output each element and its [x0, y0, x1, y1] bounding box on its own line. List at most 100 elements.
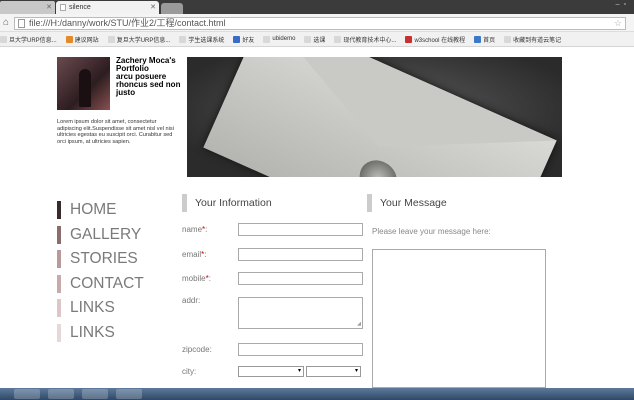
nav-marker — [57, 299, 61, 318]
nav-marker — [57, 323, 61, 342]
bookmark-label: ubidemo — [272, 36, 296, 42]
taskbar-button[interactable] — [48, 389, 74, 399]
bio-text: Lorem ipsum dolor sit amet, consectetur … — [57, 119, 174, 145]
bookmark-item[interactable]: 学生选课系统 — [179, 35, 224, 44]
new-tab-button[interactable] — [161, 3, 183, 14]
nav-item-contact[interactable]: CONTACT — [57, 272, 177, 297]
portfolio-title: Zachery Moca's Portfolio arcu posuere rh… — [116, 57, 186, 97]
bookmark-label: 选课 — [313, 37, 326, 44]
tab-label: silence — [69, 4, 91, 11]
your-message-heading: Your Message — [367, 194, 557, 212]
url-text: file:///H:/danny/work/STU/作业2/工程/contact… — [29, 18, 226, 28]
bookmark-item[interactable]: 现代教育技术中心... — [334, 35, 396, 44]
bookmark-icon — [405, 35, 413, 43]
close-icon[interactable]: ✕ — [46, 3, 52, 11]
zipcode-label: zipcode: — [182, 345, 212, 354]
bookmark-icon — [233, 35, 241, 43]
nav-label: STORIES — [70, 250, 138, 268]
taskbar-button[interactable] — [14, 389, 40, 399]
bookmark-icon — [304, 35, 312, 43]
minimize-icon[interactable]: – — [616, 1, 624, 8]
bookmark-icon — [179, 35, 187, 43]
bookmark-label: w3school 在线教程 — [414, 37, 466, 44]
home-icon[interactable]: ⌂ — [3, 17, 9, 28]
browser-tab-2[interactable]: silence ✕ — [56, 1, 159, 14]
message-textarea[interactable] — [372, 249, 546, 388]
email-field[interactable] — [238, 248, 363, 261]
nav-marker — [57, 250, 61, 269]
nav-marker — [57, 201, 61, 220]
browser-tab-1[interactable]: ✕ — [0, 1, 55, 14]
nav-label: CONTACT — [70, 274, 144, 292]
zipcode-field[interactable] — [238, 343, 363, 356]
bookmark-item[interactable]: 选课 — [304, 35, 325, 44]
nav-item-stories[interactable]: STORIES — [57, 247, 177, 272]
bookmark-icon — [107, 35, 115, 43]
portfolio-tagline: arcu posuere rhoncus sed non justo — [116, 72, 181, 97]
envelope-illustration — [203, 57, 557, 177]
nav-item-home[interactable]: HOME — [57, 198, 177, 223]
message-prompt: Please leave your message here: — [372, 227, 491, 236]
name-label: name*: — [182, 225, 208, 234]
bookmark-item[interactable]: 首页 — [474, 35, 495, 44]
nav-item-links[interactable]: LINKS — [57, 321, 177, 346]
bookmark-label: 好友 — [242, 37, 255, 44]
nav-marker — [57, 274, 61, 293]
city-label: city: — [182, 367, 197, 376]
province-select[interactable]: ▾ — [238, 366, 304, 377]
address-bar-row: ⌂ file:///H:/danny/work/STU/作业2/工程/conta… — [0, 14, 634, 32]
chevron-down-icon: ▾ — [354, 368, 358, 374]
bookmark-label: 学生选课系统 — [188, 37, 225, 44]
bookmark-item[interactable]: 复旦大学URP信息... — [107, 35, 170, 44]
nav-label: LINKS — [70, 323, 115, 341]
close-icon[interactable]: ✕ — [150, 3, 156, 11]
nav-label: LINKS — [70, 299, 115, 317]
addr-label: addr: — [182, 296, 201, 305]
bookmark-icon — [65, 35, 73, 43]
resize-grip-icon[interactable]: ◢ — [357, 321, 361, 327]
bookmark-label: 首页 — [483, 37, 496, 44]
bookmark-icon — [334, 35, 342, 43]
bookmark-label: 收藏到有道云笔记 — [513, 37, 562, 44]
wax-seal — [353, 154, 403, 177]
bookmark-icon — [0, 35, 7, 43]
bookmark-label: 现代教育技术中心... — [343, 37, 397, 44]
bookmark-item[interactable]: 旦大学URP信息... — [0, 35, 57, 44]
email-label: email*: — [182, 250, 207, 259]
city-select[interactable]: ▾ — [306, 366, 361, 377]
bookmark-item[interactable]: 建议网站 — [65, 35, 99, 44]
bookmark-icon — [263, 35, 271, 43]
bookmark-label: 建议网站 — [74, 37, 99, 44]
bookmark-icon — [474, 35, 482, 43]
os-taskbar — [0, 388, 634, 400]
bookmark-icon — [504, 35, 512, 43]
taskbar-button[interactable] — [82, 389, 108, 399]
maximize-icon[interactable]: ▫ — [624, 1, 630, 8]
name-field[interactable] — [238, 223, 363, 236]
portfolio-name: Zachery Moca's Portfolio — [116, 56, 176, 73]
mobile-field[interactable] — [238, 272, 363, 285]
nav-label: HOME — [70, 201, 117, 219]
browser-tab-strip: ✕ silence ✕ –▫ — [0, 0, 634, 14]
nav-item-gallery[interactable]: GALLERY — [57, 223, 177, 248]
bookmark-item[interactable]: ubidemo — [263, 35, 296, 43]
bookmark-star-icon[interactable]: ☆ — [614, 18, 622, 29]
bookmark-label: 旦大学URP信息... — [9, 37, 57, 44]
nav-label: GALLERY — [70, 225, 142, 243]
address-textarea[interactable]: ◢ — [238, 297, 363, 329]
bookmark-item[interactable]: w3school 在线教程 — [405, 35, 465, 44]
nav-item-links[interactable]: LINKS — [57, 296, 177, 321]
banner-image — [187, 57, 562, 177]
avatar — [57, 57, 110, 110]
page-icon — [60, 4, 66, 11]
nav-marker — [57, 225, 61, 244]
your-information-heading: Your Information — [182, 194, 362, 212]
bookmark-item[interactable]: 好友 — [233, 35, 254, 44]
address-bar[interactable]: file:///H:/danny/work/STU/作业2/工程/contact… — [14, 17, 626, 30]
file-icon — [18, 19, 25, 28]
window-controls[interactable]: –▫ — [616, 1, 630, 8]
bookmarks-bar: 旦大学URP信息... 建议网站 复旦大学URP信息... 学生选课系统 好友 ubide… — [0, 32, 634, 47]
bookmark-item[interactable]: 收藏到有道云笔记 — [504, 35, 561, 44]
taskbar-button[interactable] — [116, 389, 142, 399]
web-page: Zachery Moca's Portfolio arcu posuere rh… — [0, 47, 634, 388]
